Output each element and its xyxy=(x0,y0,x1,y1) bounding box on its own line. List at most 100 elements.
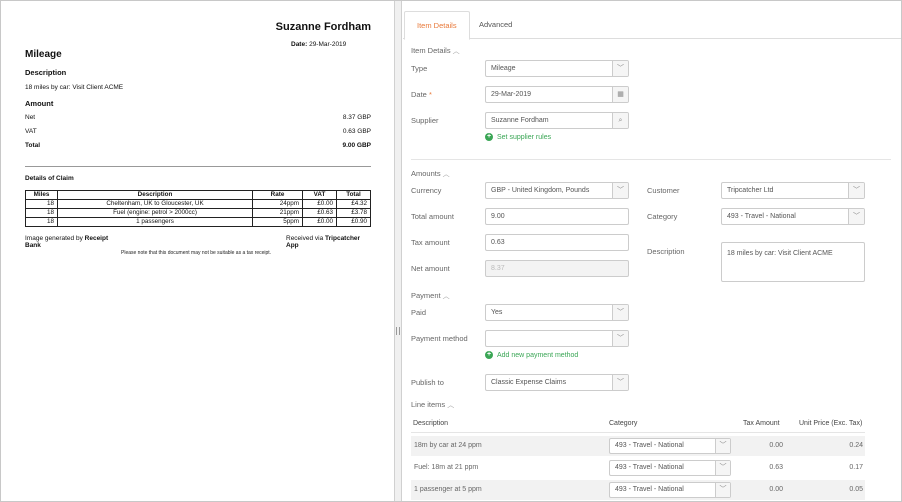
line-items-header-description: Description xyxy=(413,420,449,427)
payment-method-label: Payment method xyxy=(411,334,468,343)
supplier-input[interactable]: Suzanne Fordham ⌕ xyxy=(485,112,629,129)
section-item-details[interactable]: Item Details ︿ xyxy=(411,46,460,56)
claim-cell: 24ppm xyxy=(252,199,303,209)
chevron-up-icon: ︿ xyxy=(442,293,450,300)
claim-cell: Fuel (engine: petrol > 2000cc) xyxy=(57,208,253,218)
category-select[interactable]: 493 - Travel - National ﹀ xyxy=(721,208,865,225)
receipt-generated-by: Image generated by Receipt Bank xyxy=(25,235,115,249)
received-prefix: Received via xyxy=(286,235,324,242)
total-amount-label: Total amount xyxy=(411,212,454,221)
claim-heading: Details of Claim xyxy=(25,175,74,182)
line-item-category-select[interactable]: 493 - Travel - National ﹀ xyxy=(609,482,731,498)
paid-label: Paid xyxy=(411,308,427,317)
chevron-down-icon: ﹀ xyxy=(612,331,628,346)
section-title: Payment xyxy=(411,291,441,300)
date-input[interactable]: 29-Mar-2019 ▦ xyxy=(485,86,629,103)
receipt-description: 18 miles by car: Visit Client ACME xyxy=(25,84,124,91)
chevron-up-icon: ︿ xyxy=(452,48,460,55)
chevron-down-icon: ﹀ xyxy=(612,305,628,320)
claim-cell: 21ppm xyxy=(252,208,303,218)
app-window: Suzanne Fordham Date: 29-Mar-2019 Mileag… xyxy=(0,0,902,502)
paid-value: Yes xyxy=(491,309,503,316)
line-item-row: Fuel: 18m at 21 ppm 493 - Travel - Natio… xyxy=(411,458,865,478)
chevron-down-icon: ﹀ xyxy=(715,483,730,497)
claim-header-rate: Rate xyxy=(252,190,303,200)
paid-select[interactable]: Yes ﹀ xyxy=(485,304,629,321)
calendar-icon[interactable]: ▦ xyxy=(612,87,628,102)
section-payment[interactable]: Payment ︿ xyxy=(411,291,450,301)
supplier-label: Supplier xyxy=(411,116,439,125)
line-item-unit-price: 0.24 xyxy=(849,442,863,449)
net-amount-label: Net amount xyxy=(411,264,450,273)
total-amount-input[interactable]: 9.00 xyxy=(485,208,629,225)
chevron-down-icon: ﹀ xyxy=(612,375,628,390)
publish-to-label: Publish to xyxy=(411,378,444,387)
line-item-category-select[interactable]: 493 - Travel - National ﹀ xyxy=(609,460,731,476)
claim-cell: 18 xyxy=(25,208,58,218)
generated-prefix: Image generated by xyxy=(25,235,83,242)
search-icon[interactable]: ⌕ xyxy=(612,113,628,128)
section-title: Item Details xyxy=(411,46,451,55)
receipt-amount-label: Total xyxy=(25,142,41,149)
currency-select[interactable]: GBP - United Kingdom, Pounds ﹀ xyxy=(485,182,629,199)
receipt-amount-value: 0.63 GBP xyxy=(342,128,371,135)
currency-label: Currency xyxy=(411,186,442,195)
category-label: Category xyxy=(647,212,678,221)
line-item-unit-price: 0.17 xyxy=(849,464,863,471)
add-payment-method-text: Add new payment method xyxy=(497,351,579,359)
receipt-amount-label: Net xyxy=(25,114,36,121)
claim-cell: £0.90 xyxy=(336,217,371,227)
line-item-tax: 0.00 xyxy=(769,442,783,449)
chevron-down-icon: ﹀ xyxy=(848,183,864,198)
claim-cell: 5ppm xyxy=(252,217,303,227)
type-select[interactable]: Mileage ﹀ xyxy=(485,60,629,77)
description-label: Description xyxy=(647,247,685,256)
section-line-items[interactable]: Line items ︿ xyxy=(411,400,454,410)
claim-cell: £3.78 xyxy=(336,208,371,218)
section-title: Amounts xyxy=(411,169,441,178)
set-supplier-rules-link[interactable]: + Set supplier rules xyxy=(485,133,551,141)
publish-to-value: Classic Expense Claims xyxy=(491,379,567,386)
claim-cell: £0.00 xyxy=(302,199,337,209)
tax-amount-input[interactable]: 0.63 xyxy=(485,234,629,251)
section-amounts[interactable]: Amounts ︿ xyxy=(411,169,450,179)
claim-cell: 18 xyxy=(25,199,58,209)
line-item-category-select[interactable]: 493 - Travel - National ﹀ xyxy=(609,438,731,454)
customer-label: Customer xyxy=(647,186,680,195)
receipt-date: Date: 29-Mar-2019 xyxy=(291,41,346,48)
tax-amount-label: Tax amount xyxy=(411,238,450,247)
receipt-preview: Suzanne Fordham Date: 29-Mar-2019 Mileag… xyxy=(1,1,393,501)
receipt-amount-value: 8.37 GBP xyxy=(342,114,371,121)
chevron-down-icon: ﹀ xyxy=(612,183,628,198)
description-textarea[interactable]: 18 miles by car: Visit Client ACME xyxy=(721,242,865,282)
chevron-up-icon: ︿ xyxy=(442,171,450,178)
add-payment-method-link[interactable]: + Add new payment method xyxy=(485,351,578,359)
claim-cell: Cheltenham, UK to Gloucester, UK xyxy=(57,199,253,209)
type-label: Type xyxy=(411,64,428,73)
panel-splitter[interactable] xyxy=(394,1,402,501)
splitter-grip-icon[interactable] xyxy=(396,327,400,335)
set-supplier-rules-text: Set supplier rules xyxy=(497,133,552,141)
claim-header-miles: Miles xyxy=(25,190,58,200)
payment-method-select[interactable]: ﹀ xyxy=(485,330,629,347)
line-item-category-value: 493 - Travel - National xyxy=(615,464,684,471)
chevron-down-icon: ﹀ xyxy=(848,209,864,224)
receipt-date-value: 29-Mar-2019 xyxy=(309,41,347,48)
receipt-amount-value: 9.00 GBP xyxy=(342,142,371,149)
claim-cell: £0.63 xyxy=(302,208,337,218)
supplier-value: Suzanne Fordham xyxy=(491,117,549,124)
receipt-amount-vat: VAT 0.63 GBP xyxy=(25,128,371,135)
tab-advanced[interactable]: Advanced xyxy=(467,11,524,40)
line-item-unit-price: 0.05 xyxy=(849,486,863,493)
line-item-row: 18m by car at 24 ppm 493 - Travel - Nati… xyxy=(411,436,865,456)
receipt-divider xyxy=(25,166,371,167)
tab-item-details[interactable]: Item Details xyxy=(404,11,470,40)
claim-table: Miles Description Rate VAT Total 18 Chel… xyxy=(25,190,371,227)
line-item-description: Fuel: 18m at 21 ppm xyxy=(414,464,479,471)
date-value: 29-Mar-2019 xyxy=(491,91,532,98)
plus-circle-icon: + xyxy=(485,351,493,359)
customer-value: Tripcatcher Ltd xyxy=(727,187,774,194)
receipt-amount-label: VAT xyxy=(25,128,37,135)
customer-select[interactable]: Tripcatcher Ltd ﹀ xyxy=(721,182,865,199)
publish-to-select[interactable]: Classic Expense Claims ﹀ xyxy=(485,374,629,391)
